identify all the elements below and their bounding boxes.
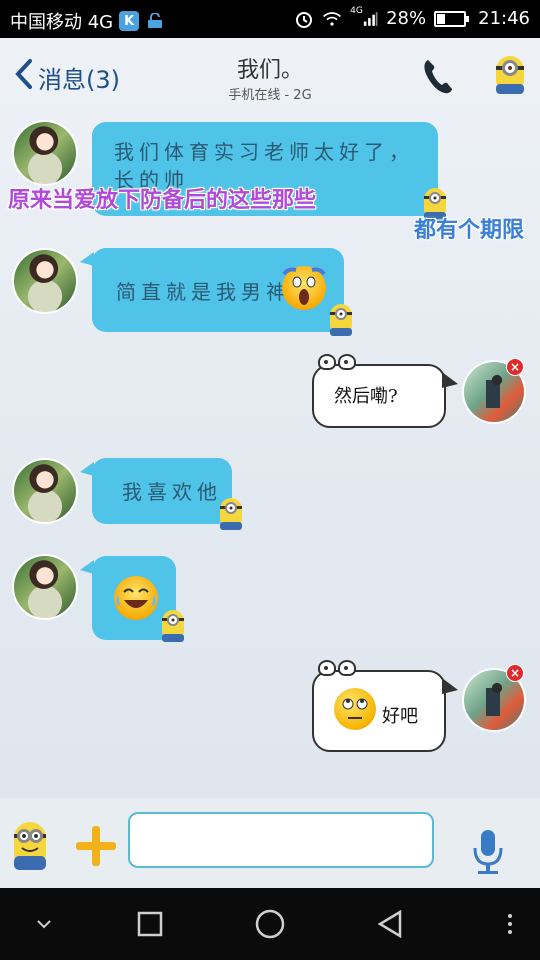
home-icon[interactable] [252, 906, 288, 942]
signal-icon: 4G [350, 6, 378, 29]
plus-icon[interactable] [74, 824, 118, 868]
minion-emoji-button[interactable] [8, 818, 52, 874]
alarm-icon [294, 9, 314, 29]
battery-icon [434, 10, 470, 27]
contact-avatar[interactable] [14, 122, 76, 184]
chat-title: 我们。 [236, 58, 303, 83]
recents-icon[interactable] [132, 906, 168, 942]
microphone-icon[interactable] [472, 828, 504, 876]
chevron-down-icon[interactable] [26, 906, 62, 942]
navigation-bar [0, 888, 540, 960]
minion-avatar-icon[interactable] [490, 52, 530, 96]
message-bubble[interactable]: 然后嘞? [312, 354, 458, 428]
message-text: 简直就是我男神 [116, 280, 291, 304]
eyes-decoration-icon [318, 354, 356, 370]
clock: 21:46 [478, 8, 530, 29]
scream-emoji-icon [282, 266, 326, 310]
app-k-icon: K [119, 11, 140, 31]
more-vertical-icon[interactable] [492, 906, 528, 942]
minion-bubble-icon [330, 304, 352, 336]
minion-bubble-icon [162, 610, 184, 642]
chat-header: 消息(3) 我们。 手机在线 - 2G [0, 38, 540, 114]
input-bar [0, 798, 540, 888]
minion-bubble-icon [220, 498, 242, 530]
eyes-decoration-icon [318, 660, 356, 676]
message-text: 好吧 [382, 706, 418, 727]
message-bubble[interactable]: 我喜欢他 [80, 458, 232, 524]
close-icon[interactable]: × [506, 358, 524, 376]
message-bubble[interactable]: 好吧 [312, 660, 458, 752]
status-bar: 中国移动 4G K 4G 28% 21:46 [0, 0, 540, 38]
close-icon[interactable]: × [506, 664, 524, 682]
chat-area[interactable]: 消息(3) 我们。 手机在线 - 2G 我们体育实习老师太好了，长的帅 原来当爱… [0, 38, 540, 798]
rolling-eyes-emoji-icon [334, 688, 376, 730]
lyric-caption: 都有个期限 [414, 218, 525, 243]
contact-avatar[interactable] [14, 250, 76, 312]
phone-icon[interactable] [420, 56, 456, 96]
message-input[interactable] [128, 812, 434, 868]
back-triangle-icon[interactable] [372, 906, 408, 942]
carrier-label: 中国移动 4G [10, 12, 114, 33]
wifi-icon [322, 9, 342, 29]
contact-avatar[interactable] [14, 460, 76, 522]
online-status: 手机在线 - 2G [228, 88, 312, 103]
contact-avatar[interactable] [14, 556, 76, 618]
message-text: 我喜欢他 [122, 480, 222, 504]
lyric-caption: 原来当爱放下防备后的这些那些 [8, 188, 317, 213]
lock-icon [145, 11, 165, 31]
message-text: 然后嘞? [334, 386, 398, 407]
battery-percent: 28% [386, 8, 427, 29]
message-bubble[interactable]: 简直就是我男神 [80, 248, 344, 332]
crying-laughing-emoji-icon [114, 576, 158, 620]
